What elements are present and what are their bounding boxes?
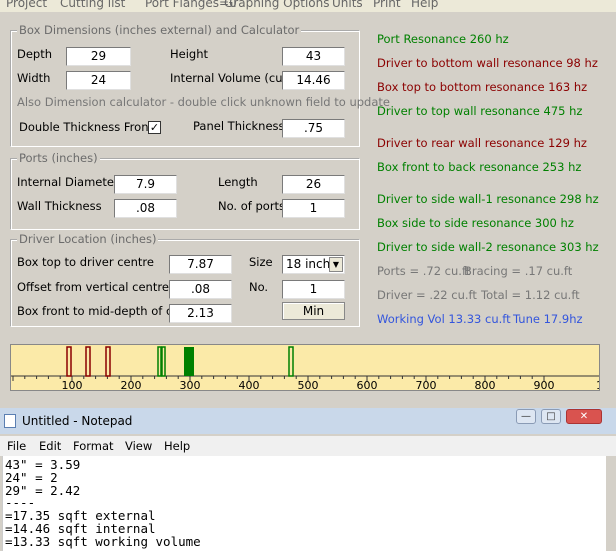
- maximize-icon[interactable]: □: [541, 409, 561, 424]
- tick-label: 300: [180, 379, 201, 391]
- notepad-text-area[interactable]: 43" = 3.59 24" = 2 29" = 2.42 ---- =17.3…: [2, 456, 606, 551]
- tick-label: 200: [121, 379, 142, 391]
- panel-thickness-label: Panel Thickness: [193, 119, 285, 133]
- box-dimensions-title: Box Dimensions (inches external) and Cal…: [17, 23, 302, 37]
- size-label: Size: [249, 255, 273, 269]
- resonance-graph-svg: 100 200 300 400 500 600 700 800 900 10: [11, 346, 600, 391]
- width-input[interactable]: 24: [66, 71, 131, 90]
- bracing-volume: Bracing = .17 cu.ft: [464, 264, 573, 278]
- height-label: Height: [170, 47, 209, 61]
- calculator-hint: Also Dimension calculator - double click…: [17, 95, 390, 109]
- ports-title: Ports (inches): [17, 151, 100, 165]
- minimize-icon[interactable]: —: [516, 409, 536, 424]
- port-resonance: Port Resonance 260 hz: [377, 32, 509, 46]
- menu-port-flanges[interactable]: Port Flanges=0: [145, 0, 237, 10]
- width-label: Width: [17, 71, 51, 85]
- driver-location-title: Driver Location (inches): [17, 232, 159, 246]
- volume-label: Internal Volume (cu.ft): [170, 71, 299, 85]
- ports-volume: Ports = .72 cu.ft: [377, 264, 471, 278]
- notepad-menu-format[interactable]: Format: [73, 439, 114, 453]
- driver-volume: Driver = .22 cu.ft: [377, 288, 477, 302]
- depth-label: Depth: [17, 47, 53, 61]
- cone-depth-input[interactable]: 2.13: [169, 304, 232, 323]
- size-select[interactable]: 18 inch ▼: [282, 255, 345, 274]
- driver-top-input[interactable]: 7.87: [169, 255, 232, 274]
- size-value: 18 inch: [286, 257, 331, 271]
- offset-label: Offset from vertical centreline: [17, 280, 190, 294]
- menu-print[interactable]: Print: [373, 0, 401, 10]
- cone-depth-label: Box front to mid-depth of cone: [17, 304, 194, 318]
- notepad-title: Untitled - Notepad: [22, 414, 133, 428]
- notepad-menu-bar: File Edit Format View Help: [0, 436, 616, 456]
- bar-port: [161, 346, 166, 377]
- double-thickness-label: Double Thickness Front: [19, 120, 153, 134]
- wall-thickness-input[interactable]: .08: [114, 199, 177, 218]
- bottom-wall-resonance: Driver to bottom wall resonance 98 hz: [377, 56, 598, 70]
- notepad-menu-help[interactable]: Help: [164, 439, 190, 453]
- menu-bar: Project Cutting list Port Flanges=0 Grap…: [0, 0, 616, 12]
- top-bottom-resonance: Box top to bottom resonance 163 hz: [377, 80, 588, 94]
- length-input[interactable]: 26: [282, 175, 345, 194]
- rear-wall-resonance: Driver to rear wall resonance 129 hz: [377, 136, 587, 150]
- menu-cutting-list[interactable]: Cutting list: [60, 0, 125, 10]
- tick-label: 400: [239, 379, 260, 391]
- wall-thickness-label: Wall Thickness: [17, 199, 102, 213]
- menu-units[interactable]: Units: [332, 0, 363, 10]
- tick-label: 500: [298, 379, 319, 391]
- min-button[interactable]: Min: [282, 302, 345, 320]
- resonance-graph: 100 200 300 400 500 600 700 800 900 10: [10, 344, 600, 391]
- ports-group: Ports (inches): [10, 151, 360, 230]
- side-wall-2-resonance: Driver to side wall-2 resonance 303 hz: [377, 240, 599, 254]
- top-wall-resonance: Driver to top wall resonance 475 hz: [377, 104, 583, 118]
- panel-thickness-input[interactable]: .75: [282, 119, 345, 138]
- bar-top-wall: [288, 346, 294, 377]
- tick-label: 800: [475, 379, 496, 391]
- volume-input[interactable]: 14.46: [282, 71, 345, 90]
- internal-diameter-input[interactable]: 7.9: [114, 175, 177, 194]
- driver-count-input[interactable]: 1: [282, 280, 345, 299]
- total-volume: Total = 1.12 cu.ft: [481, 288, 580, 302]
- offset-input[interactable]: .08: [169, 280, 232, 299]
- side-wall-1-resonance: Driver to side wall-1 resonance 298 hz: [377, 192, 599, 206]
- menu-graphing-options[interactable]: Graphing Options: [224, 0, 329, 10]
- tick-label: 100: [62, 379, 83, 391]
- bar-bottom-wall: [66, 346, 72, 377]
- tick-label: 700: [416, 379, 437, 391]
- double-thickness-checkbox[interactable]: ✓: [148, 121, 161, 134]
- front-back-resonance: Box front to back resonance 253 hz: [377, 160, 582, 174]
- notepad-menu-edit[interactable]: Edit: [39, 439, 61, 453]
- height-input[interactable]: 43: [282, 47, 345, 66]
- length-label: Length: [218, 175, 258, 189]
- close-icon[interactable]: ✕: [566, 409, 602, 424]
- tick-label: 10: [596, 379, 600, 391]
- bar-top-bottom: [105, 346, 111, 377]
- depth-input[interactable]: 29: [66, 47, 131, 66]
- num-ports-label: No. of ports: [218, 199, 286, 213]
- menu-help[interactable]: Help: [411, 0, 438, 10]
- notepad-menu-file[interactable]: File: [7, 439, 26, 453]
- chevron-down-icon[interactable]: ▼: [329, 257, 343, 272]
- menu-project[interactable]: Project: [6, 0, 47, 10]
- bar-front-back: [157, 346, 162, 377]
- driver-top-label: Box top to driver centre: [17, 255, 154, 269]
- num-ports-input[interactable]: 1: [282, 199, 345, 218]
- internal-diameter-label: Internal Diameter: [17, 175, 119, 189]
- text-line: =13.33 sqft working volume: [5, 533, 201, 549]
- tune-frequency: Tune 17.9hz: [513, 312, 583, 326]
- side-side-resonance: Box side to side resonance 300 hz: [377, 216, 574, 230]
- notepad-icon: [4, 414, 16, 428]
- notepad-menu-view[interactable]: View: [125, 439, 152, 453]
- bar-side-walls: [184, 347, 194, 376]
- tick-label: 900: [534, 379, 555, 391]
- working-volume: Working Vol 13.33 cu.ft: [377, 312, 511, 326]
- tick-label: 600: [357, 379, 378, 391]
- bar-rear-wall: [85, 346, 91, 377]
- driver-count-label: No.: [249, 280, 269, 294]
